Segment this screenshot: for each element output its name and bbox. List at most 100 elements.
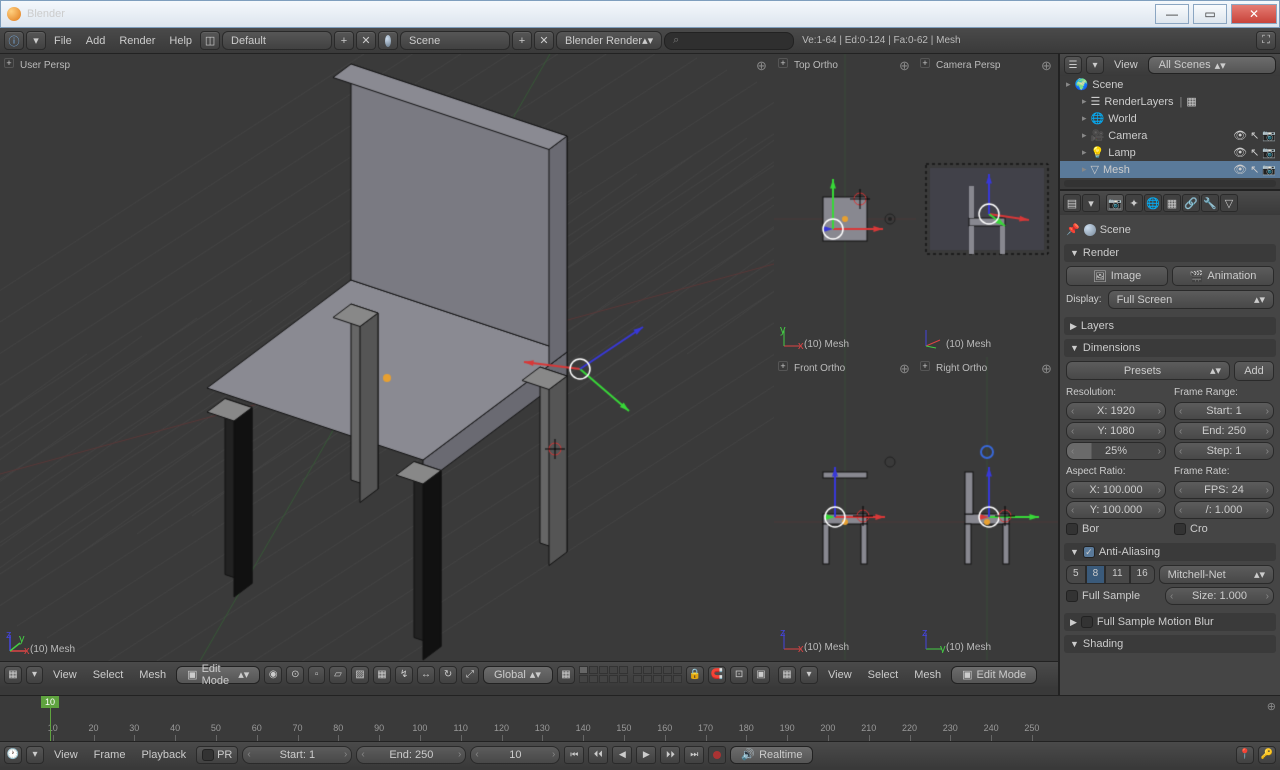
keyframe-next-button[interactable]: ⏵⏵ <box>660 746 680 764</box>
render-icon[interactable]: 📷 <box>1262 163 1276 176</box>
collapse-icon[interactable]: ▾ <box>1086 56 1104 74</box>
render-animation-button[interactable]: 🎬Animation <box>1172 266 1274 286</box>
editor-type-icon[interactable]: ☰ <box>1064 56 1082 74</box>
tab-render[interactable]: 📷 <box>1106 194 1124 212</box>
tab-data[interactable]: ▽ <box>1220 194 1238 212</box>
editor-type-icon[interactable]: ▤ <box>1063 194 1081 212</box>
minimize-button[interactable]: — <box>1155 4 1189 24</box>
aa-enable-checkbox[interactable]: ✓ <box>1083 546 1095 558</box>
playback-menu[interactable]: Playback <box>135 749 192 761</box>
outliner-item-scene[interactable]: ▸🌍Scene <box>1060 76 1280 93</box>
frame-menu[interactable]: Frame <box>88 749 132 761</box>
view-menu[interactable]: View <box>822 669 858 681</box>
menu-file[interactable]: File <box>48 35 78 47</box>
orientation-select[interactable]: Global▴▾ <box>483 666 553 684</box>
layer-grid[interactable] <box>579 666 682 683</box>
pin-icon[interactable]: 📌 <box>1066 223 1080 236</box>
frame-step-input[interactable]: Step: 1 <box>1174 442 1274 460</box>
snap-icon[interactable]: 🧲 <box>708 666 726 684</box>
frame-end-input[interactable]: End: 250 <box>1174 422 1274 440</box>
eye-icon[interactable]: 👁 <box>1233 163 1247 176</box>
presets-add-button[interactable]: Add <box>1234 361 1274 381</box>
preview-range-button[interactable]: PR <box>196 746 238 764</box>
outliner-item-camera[interactable]: ▸🎥Camera👁↖📷 <box>1060 127 1280 144</box>
aspect-x-input[interactable]: X: 100.000 <box>1066 481 1166 499</box>
tab-constraints[interactable]: 🔗 <box>1182 194 1200 212</box>
display-select[interactable]: Full Screen▴▾ <box>1108 290 1274 309</box>
viewport-top[interactable]: + ⊕ Top Ortho (10) Mesh xy <box>774 54 916 357</box>
split-area-icon[interactable]: ⊕ <box>899 361 911 373</box>
outliner-filter-select[interactable]: All Scenes▴▾ <box>1148 56 1276 74</box>
render-icon[interactable]: 📷 <box>1262 129 1276 142</box>
panel-shading-header[interactable]: ▼Shading <box>1064 635 1276 653</box>
split-area-icon[interactable]: ⊕ <box>1267 700 1276 713</box>
full-sample-checkbox[interactable] <box>1066 590 1078 602</box>
limit-visible-icon[interactable]: ▦ <box>373 666 391 684</box>
rotate-icon[interactable]: ↻ <box>439 666 457 684</box>
split-area-icon[interactable]: ⊕ <box>1041 58 1053 70</box>
play-button[interactable]: ▶ <box>636 746 656 764</box>
tab-object[interactable]: ▦ <box>1163 194 1181 212</box>
split-area-icon[interactable]: ⊕ <box>756 58 768 70</box>
jump-start-button[interactable]: ⏮ <box>564 746 584 764</box>
motionblur-enable-checkbox[interactable] <box>1081 616 1093 628</box>
resolution-x-input[interactable]: X: 1920 <box>1066 402 1166 420</box>
eye-icon[interactable]: 👁 <box>1233 146 1247 159</box>
border-checkbox[interactable] <box>1066 523 1078 535</box>
panel-render-header[interactable]: ▼Render <box>1064 244 1276 262</box>
maximize-button[interactable]: ▭ <box>1193 4 1227 24</box>
mesh-menu[interactable]: Mesh <box>908 669 947 681</box>
timeline-end-input[interactable]: End: 250 <box>356 746 466 764</box>
frame-start-input[interactable]: Start: 1 <box>1174 402 1274 420</box>
sync-mode-select[interactable]: 🔊Realtime <box>730 746 813 764</box>
pivot-select[interactable]: ⊙ <box>286 666 304 684</box>
lock-camera-icon[interactable]: 🔒 <box>686 666 704 684</box>
back-to-previous-button[interactable]: ⛶ <box>1256 31 1276 50</box>
tab-scene[interactable]: ✦ <box>1125 194 1143 212</box>
outliner-item-renderlayers[interactable]: ▸☰RenderLayers|▦ <box>1060 93 1280 110</box>
select-menu[interactable]: Select <box>87 669 130 681</box>
split-area-icon[interactable]: ⊕ <box>1041 361 1053 373</box>
outliner-item-world[interactable]: ▸🌐World <box>1060 110 1280 127</box>
keyframe-prev-button[interactable]: ⏴⏴ <box>588 746 608 764</box>
cursor-icon[interactable]: ↖ <box>1250 146 1259 159</box>
menu-render[interactable]: Render <box>113 35 161 47</box>
shading-select[interactable]: ◉ <box>264 666 282 684</box>
scrollbar[interactable] <box>1064 180 1276 187</box>
mesh-menu[interactable]: Mesh <box>133 669 172 681</box>
editor-type-icon[interactable]: ▦ <box>778 666 796 684</box>
viewport-camera[interactable]: + ⊕ Camera Persp (10) Mesh <box>916 54 1058 357</box>
timeline-start-input[interactable]: Start: 1 <box>242 746 352 764</box>
presets-select[interactable]: Presets▴▾ <box>1066 361 1230 380</box>
screen-layout-select[interactable]: Default <box>222 31 332 50</box>
fps-base-input[interactable]: /: 1.000 <box>1174 501 1274 519</box>
keying-button[interactable]: 🔑 <box>1258 746 1276 764</box>
close-button[interactable]: ✕ <box>1231 4 1277 24</box>
aa-size-input[interactable]: Size: 1.000 <box>1165 587 1274 605</box>
select-edge-icon[interactable]: ▱ <box>329 666 347 684</box>
snap-type-icon[interactable]: ⊡ <box>730 666 748 684</box>
outliner-item-lamp[interactable]: ▸💡Lamp👁↖📷 <box>1060 144 1280 161</box>
editor-type-icon[interactable]: ▦ <box>4 666 22 684</box>
layout-browse-icon[interactable]: ◫ <box>200 31 220 50</box>
view-menu[interactable]: View <box>47 669 83 681</box>
search-input[interactable]: ⌕ <box>664 32 794 50</box>
collapse-icon[interactable]: ▾ <box>1082 194 1100 212</box>
mode-select[interactable]: ▣Edit Mode <box>951 666 1037 684</box>
select-menu[interactable]: Select <box>862 669 905 681</box>
view-menu[interactable]: View <box>48 749 84 761</box>
cursor-icon[interactable]: ↖ <box>1250 129 1259 142</box>
render-icon[interactable]: 📷 <box>1262 146 1276 159</box>
viewport-front[interactable]: + ⊕ Front Ortho (10) Mesh xz <box>774 357 916 660</box>
select-vert-icon[interactable]: ▫ <box>308 666 325 684</box>
aa-filter-select[interactable]: Mitchell-Net▴▾ <box>1159 565 1274 584</box>
region-toggle-icon[interactable]: + <box>4 58 14 68</box>
manipulator-icon[interactable]: ↯ <box>395 666 413 684</box>
panel-motionblur-header[interactable]: ▶Full Sample Motion Blur <box>1064 613 1276 631</box>
cursor-icon[interactable]: ↖ <box>1250 163 1259 176</box>
timeline-current-input[interactable]: 10 <box>470 746 560 764</box>
marker-button[interactable]: 📍 <box>1236 746 1254 764</box>
region-toggle-icon[interactable]: + <box>778 58 788 68</box>
scene-add-button[interactable]: + <box>512 31 532 50</box>
scene-browse-icon[interactable] <box>378 31 398 50</box>
